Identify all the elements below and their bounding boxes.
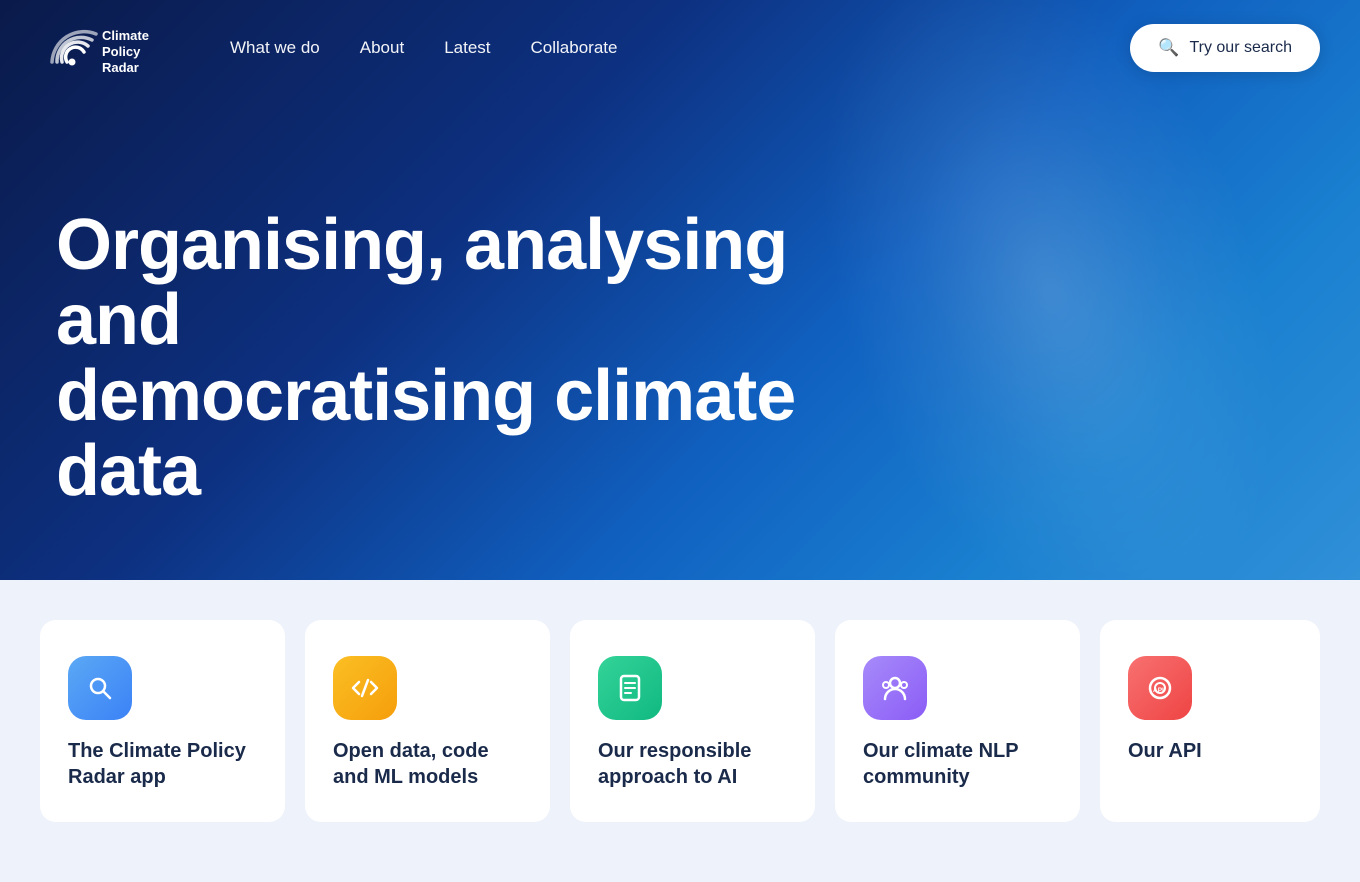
svg-text:Radar: Radar — [102, 60, 139, 75]
card-title-1: Open data, code and ML models — [333, 738, 522, 790]
hero-title: Organising, analysing and democratising … — [56, 208, 876, 510]
card-icon-api: API — [1128, 656, 1192, 720]
svg-text:Policy: Policy — [102, 44, 141, 59]
card-icon-community — [863, 656, 927, 720]
nav-links: What we do About Latest Collaborate — [230, 38, 617, 58]
nav-latest[interactable]: Latest — [444, 38, 490, 57]
card-nlp-community[interactable]: Our climate NLP community — [835, 620, 1080, 822]
card-title-4: Our API — [1128, 738, 1292, 764]
main-nav: Climate Policy Radar What we do About La… — [0, 0, 1360, 96]
cards-wrapper: The Climate Policy Radar app Open data, … — [0, 580, 1360, 882]
search-button-label: Try our search — [1189, 39, 1292, 57]
nav-collaborate[interactable]: Collaborate — [531, 38, 618, 57]
card-climate-policy-radar-app[interactable]: The Climate Policy Radar app — [40, 620, 285, 822]
search-button[interactable]: 🔍 Try our search — [1130, 24, 1320, 72]
card-title-2: Our responsible approach to AI — [598, 738, 787, 790]
card-icon-code — [333, 656, 397, 720]
card-icon-document — [598, 656, 662, 720]
card-title-3: Our climate NLP community — [863, 738, 1052, 790]
nav-what-we-do[interactable]: What we do — [230, 38, 320, 57]
card-open-data[interactable]: Open data, code and ML models — [305, 620, 550, 822]
card-icon-search — [68, 656, 132, 720]
logo[interactable]: Climate Policy Radar — [40, 18, 170, 78]
card-responsible-ai[interactable]: Our responsible approach to AI — [570, 620, 815, 822]
card-api[interactable]: API Our API — [1100, 620, 1320, 822]
nav-about[interactable]: About — [360, 38, 404, 57]
search-icon: 🔍 — [1158, 38, 1179, 58]
cards-section: The Climate Policy Radar app Open data, … — [0, 580, 1360, 882]
hero-content: Organising, analysing and democratising … — [0, 208, 932, 510]
card-title-0: The Climate Policy Radar app — [68, 738, 257, 790]
svg-text:API: API — [1153, 687, 1164, 694]
svg-text:Climate: Climate — [102, 28, 149, 43]
